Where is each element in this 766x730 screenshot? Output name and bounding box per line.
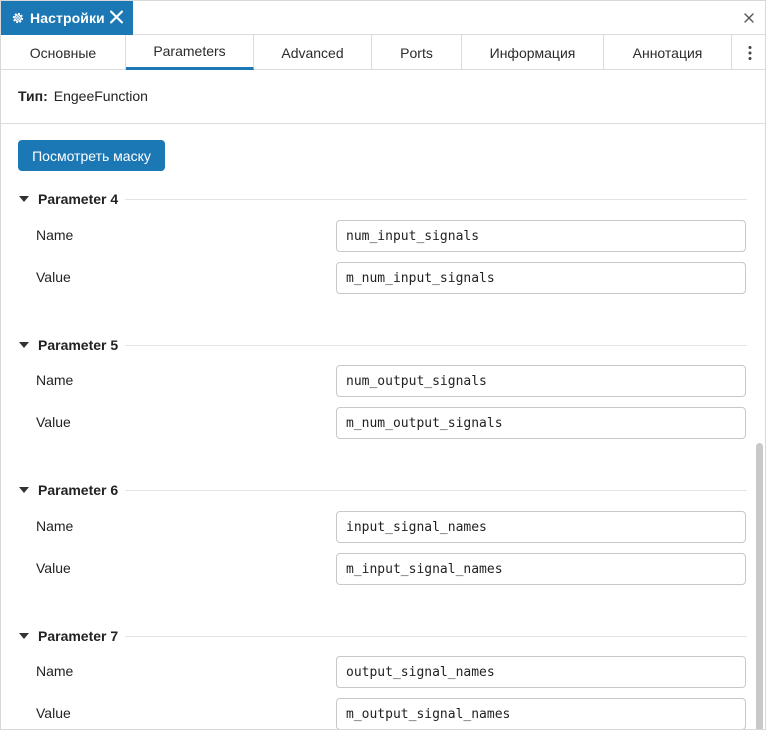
block-type: Тип: EngeeFunction bbox=[18, 88, 148, 104]
group-header[interactable]: Parameter 7 bbox=[19, 627, 118, 645]
tab-label: Информация bbox=[489, 44, 576, 61]
tab-label: Основные bbox=[29, 44, 97, 61]
tab-label: Parameters bbox=[153, 43, 226, 59]
divider bbox=[1, 123, 765, 124]
caret-down-icon bbox=[19, 196, 29, 202]
divider bbox=[125, 345, 747, 346]
name-field[interactable]: input_signal_names bbox=[336, 511, 746, 543]
tab-bar: Основные Parameters Advanced Ports Инфор… bbox=[1, 35, 765, 70]
vertical-dots-icon bbox=[748, 45, 751, 60]
tab-basic[interactable]: Основные bbox=[1, 35, 126, 70]
tab-label: Advanced bbox=[281, 44, 344, 61]
value-label: Value bbox=[36, 705, 71, 721]
value-label: Value bbox=[36, 560, 71, 576]
name-label: Name bbox=[36, 663, 74, 679]
caret-down-icon bbox=[19, 487, 29, 493]
name-label: Name bbox=[36, 227, 74, 243]
scrollbar-thumb[interactable] bbox=[756, 443, 763, 729]
group-title: Parameter 5 bbox=[38, 337, 119, 353]
caret-down-icon bbox=[19, 342, 29, 348]
name-field[interactable]: num_input_signals bbox=[336, 220, 746, 252]
settings-window: Настройки Основные Parameters Advanced P… bbox=[0, 0, 766, 730]
name-label: Name bbox=[36, 372, 74, 388]
tabs-more-button[interactable] bbox=[731, 35, 765, 70]
group-header[interactable]: Parameter 5 bbox=[19, 336, 118, 354]
view-mask-button[interactable]: Посмотреть маску bbox=[18, 140, 165, 171]
value-label: Value bbox=[36, 414, 71, 430]
name-field[interactable]: num_output_signals bbox=[336, 365, 746, 397]
window-title: Настройки bbox=[30, 10, 105, 26]
tab-ports[interactable]: Ports bbox=[372, 35, 462, 70]
group-title: Parameter 7 bbox=[38, 628, 119, 644]
value-field[interactable]: m_input_signal_names bbox=[336, 553, 746, 585]
value-label: Value bbox=[36, 269, 71, 285]
type-label: Тип: bbox=[18, 88, 48, 104]
title-bar: Настройки bbox=[1, 1, 765, 35]
tab-parameters[interactable]: Parameters bbox=[126, 35, 254, 70]
tab-label: Аннотация bbox=[632, 44, 703, 61]
group-title: Parameter 4 bbox=[38, 191, 119, 207]
group-header[interactable]: Parameter 6 bbox=[19, 481, 118, 499]
tab-label: Ports bbox=[400, 44, 433, 61]
name-field[interactable]: output_signal_names bbox=[336, 656, 746, 688]
settings-panel-tab[interactable]: Настройки bbox=[1, 1, 133, 35]
divider bbox=[125, 199, 747, 200]
value-field[interactable]: m_num_output_signals bbox=[336, 407, 746, 439]
tab-annotation[interactable]: Аннотация bbox=[604, 35, 731, 70]
tab-advanced[interactable]: Advanced bbox=[254, 35, 372, 70]
tab-information[interactable]: Информация bbox=[462, 35, 604, 70]
caret-down-icon bbox=[19, 633, 29, 639]
close-icon[interactable] bbox=[110, 10, 123, 24]
group-title: Parameter 6 bbox=[38, 482, 119, 498]
value-field[interactable]: m_output_signal_names bbox=[336, 698, 746, 729]
name-label: Name bbox=[36, 518, 74, 534]
value-field[interactable]: m_num_input_signals bbox=[336, 262, 746, 294]
divider bbox=[125, 490, 747, 491]
gear-icon bbox=[12, 12, 24, 24]
close-icon[interactable] bbox=[743, 12, 755, 24]
group-header[interactable]: Parameter 4 bbox=[19, 190, 118, 208]
divider bbox=[125, 636, 747, 637]
type-value: EngeeFunction bbox=[53, 88, 148, 104]
